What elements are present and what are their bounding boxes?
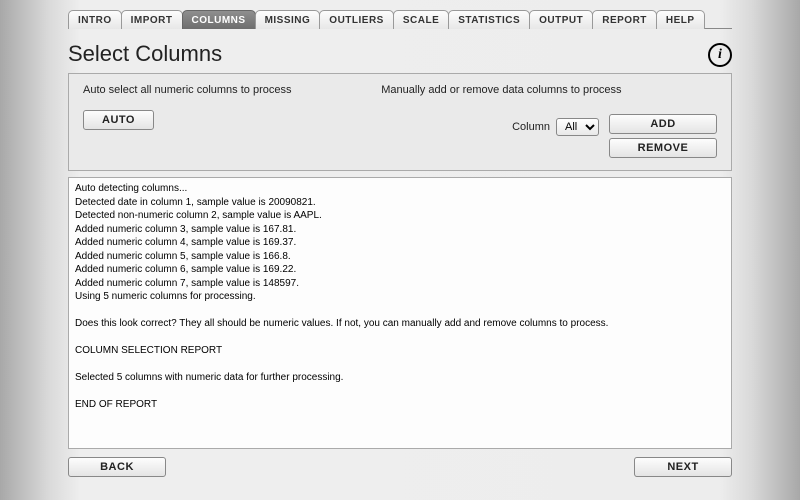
next-button[interactable]: NEXT (634, 457, 732, 477)
tab-import[interactable]: IMPORT (121, 10, 183, 29)
tab-output[interactable]: OUTPUT (529, 10, 593, 29)
column-label: Column (512, 121, 550, 133)
auto-caption: Auto select all numeric columns to proce… (83, 84, 341, 96)
tab-missing[interactable]: MISSING (255, 10, 321, 29)
options-panel: Auto select all numeric columns to proce… (68, 73, 732, 171)
tab-bar: INTROIMPORTCOLUMNSMISSINGOUTLIERSSCALEST… (68, 6, 732, 29)
tab-intro[interactable]: INTRO (68, 10, 122, 29)
tab-statistics[interactable]: STATISTICS (448, 10, 530, 29)
log-output: Auto detecting columns... Detected date … (68, 177, 732, 449)
add-button[interactable]: ADD (609, 114, 717, 134)
tab-outliers[interactable]: OUTLIERS (319, 10, 394, 29)
back-button[interactable]: BACK (68, 457, 166, 477)
tab-help[interactable]: HELP (656, 10, 705, 29)
info-icon[interactable]: i (708, 43, 732, 67)
column-select[interactable]: All (556, 118, 599, 136)
tab-report[interactable]: REPORT (592, 10, 657, 29)
manual-caption: Manually add or remove data columns to p… (381, 84, 717, 96)
page-title: Select Columns (68, 41, 222, 67)
remove-button[interactable]: REMOVE (609, 138, 717, 158)
tab-columns[interactable]: COLUMNS (182, 10, 256, 29)
tab-scale[interactable]: SCALE (393, 10, 449, 29)
auto-button[interactable]: AUTO (83, 110, 154, 130)
